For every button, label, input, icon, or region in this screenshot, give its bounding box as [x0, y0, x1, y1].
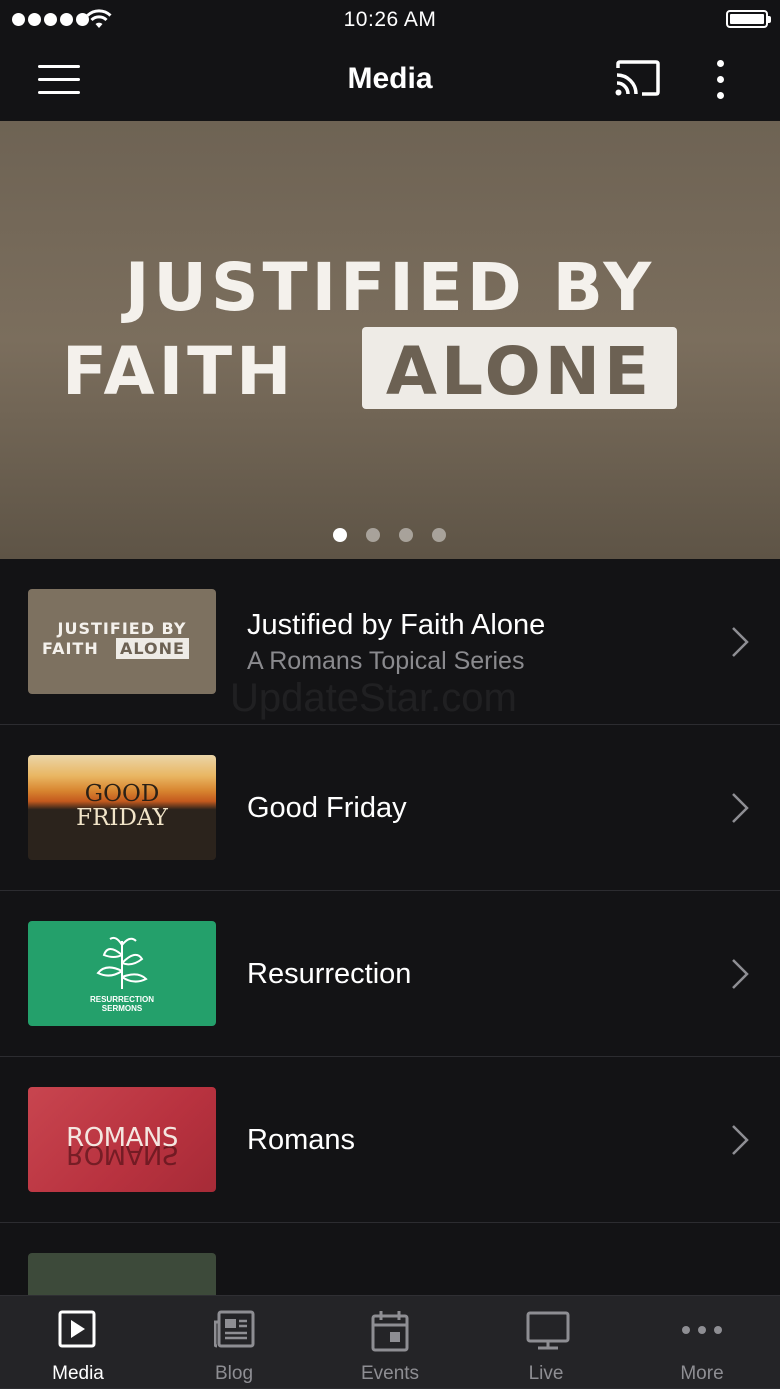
- series-thumbnail: JUSTIFIED BY FAITH ALONE: [28, 589, 216, 694]
- series-thumbnail: RESURRECTION SERMONS: [28, 921, 216, 1026]
- thumbnail-text: RESURRECTION: [89, 995, 154, 1004]
- series-title: Romans: [247, 1124, 355, 1156]
- status-bar: 10:26 AM: [0, 0, 780, 40]
- hero-highlight-text: ALONE: [385, 333, 654, 410]
- thumbnail-text: ROMANS: [66, 1123, 178, 1153]
- featured-banner[interactable]: JUSTIFIED BY FAITH ALONE: [0, 121, 780, 559]
- carousel-page-indicator: [333, 528, 446, 542]
- tab-media[interactable]: Media: [0, 1296, 156, 1388]
- tab-more[interactable]: More: [624, 1296, 780, 1388]
- series-thumbnail: ROMANS ROMANS: [28, 1087, 216, 1192]
- thumbnail-caption: RESURRECTION SERMONS: [28, 995, 216, 1013]
- carousel-dot-2[interactable]: [366, 528, 380, 542]
- status-time: 10:26 AM: [343, 8, 437, 31]
- thumbnail-text: FRIDAY: [76, 805, 168, 831]
- tab-label: Events: [360, 1363, 420, 1384]
- cast-icon[interactable]: [612, 58, 662, 100]
- carousel-dot-3[interactable]: [399, 528, 413, 542]
- plant-icon: [96, 936, 148, 989]
- tab-label: Live: [528, 1363, 564, 1384]
- battery-icon: [726, 10, 771, 28]
- top-nav-bar: Media: [0, 40, 780, 121]
- thumbnail-text: GOOD: [84, 781, 160, 807]
- hero-title-line2: FAITH: [62, 333, 296, 410]
- tv-icon: [526, 1311, 570, 1350]
- series-title: Resurrection: [247, 958, 412, 990]
- thumbnail-text: JUSTIFIED BY: [57, 619, 187, 638]
- hero-highlight-box: ALONE: [362, 327, 677, 410]
- blog-icon: [214, 1310, 255, 1348]
- list-item[interactable]: GOOD FRIDAY Good Friday: [0, 725, 780, 891]
- tab-label: More: [680, 1363, 724, 1384]
- hero-title-line1: JUSTIFIED BY: [124, 249, 656, 326]
- carousel-dot-1[interactable]: [333, 528, 347, 542]
- more-options-icon[interactable]: [705, 58, 735, 102]
- series-thumbnail: GOOD FRIDAY: [28, 755, 216, 860]
- series-title: Justified by Faith Alone: [247, 609, 546, 641]
- chevron-right-icon: [732, 793, 749, 823]
- more-dots-icon: [682, 1326, 722, 1334]
- tab-label: Media: [52, 1363, 104, 1384]
- carousel-dot-4[interactable]: [432, 528, 446, 542]
- thumbnail-text: SERMONS: [101, 1004, 143, 1013]
- tab-label: Blog: [214, 1363, 254, 1384]
- tab-events[interactable]: Events: [312, 1296, 468, 1388]
- thumbnail-text: FAITH: [42, 639, 99, 658]
- tab-blog[interactable]: Blog: [156, 1296, 312, 1388]
- list-item[interactable]: ROMANS ROMANS Romans: [0, 1057, 780, 1223]
- page-title: Media: [347, 62, 433, 95]
- series-title: Good Friday: [247, 792, 407, 824]
- watermark: UpdateStar.com: [230, 676, 517, 720]
- chevron-right-icon: [732, 959, 749, 989]
- chevron-right-icon: [732, 1125, 749, 1155]
- tab-live[interactable]: Live: [468, 1296, 624, 1388]
- list-item[interactable]: RESURRECTION SERMONS Resurrection: [0, 891, 780, 1057]
- series-subtitle: A Romans Topical Series: [247, 647, 525, 675]
- media-play-icon: [58, 1310, 96, 1348]
- thumbnail-highlight: ALONE: [116, 638, 189, 659]
- calendar-icon: [371, 1311, 409, 1352]
- bottom-tab-bar: Media Blog Events Live More: [0, 1295, 780, 1388]
- chevron-right-icon: [732, 627, 749, 657]
